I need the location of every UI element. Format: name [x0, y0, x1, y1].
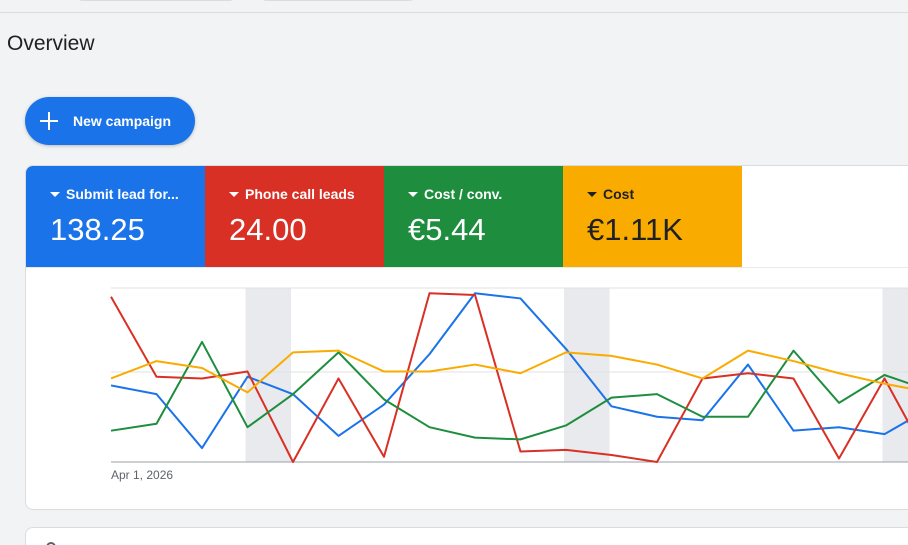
series-line — [110, 292, 908, 463]
metric-label: Phone call leads — [245, 186, 355, 202]
dropdown-caret-icon — [229, 191, 239, 197]
metric-value: 138.25 — [50, 212, 145, 247]
metric-tile-cost[interactable]: Cost €1.11K — [563, 166, 742, 268]
new-campaign-label: New campaign — [73, 113, 172, 129]
weekend-bands — [245, 288, 908, 462]
metric-tile-cost-per-conv[interactable]: Cost / conv. €5.44 — [384, 166, 563, 268]
dropdown-caret-icon — [408, 191, 418, 197]
x-axis-start-label: Apr 1, 2026 — [111, 468, 173, 482]
metric-value: €1.11K — [587, 212, 683, 247]
metric-value: €5.44 — [408, 212, 486, 247]
new-campaign-button[interactable]: New campaign — [25, 97, 195, 145]
metric-label: Cost / conv. — [424, 186, 503, 202]
toolbar-chip[interactable] — [262, 0, 414, 1]
metric-label: Cost — [603, 186, 635, 202]
metric-label: Submit lead for... — [66, 186, 179, 202]
plus-icon — [38, 110, 60, 132]
toolbar-chip[interactable] — [78, 0, 234, 1]
secondary-card — [25, 527, 908, 545]
dropdown-caret-icon — [587, 191, 597, 197]
metric-tile-empty[interactable] — [742, 166, 908, 268]
chart-series-lines — [110, 292, 908, 463]
page-title: Overview — [7, 32, 95, 55]
top-toolbar-strip — [0, 0, 908, 13]
performance-card: Submit lead for... 138.25 Phone call lea… — [25, 165, 908, 510]
metric-tile-submit-lead[interactable]: Submit lead for... 138.25 — [26, 166, 205, 268]
metric-tile-phone-call-leads[interactable]: Phone call leads 24.00 — [205, 166, 384, 268]
dropdown-caret-icon — [50, 191, 60, 197]
performance-line-chart: Apr 1, 2026 — [110, 287, 908, 482]
metric-value: 24.00 — [229, 212, 307, 247]
metric-tiles: Submit lead for... 138.25 Phone call lea… — [26, 166, 908, 268]
